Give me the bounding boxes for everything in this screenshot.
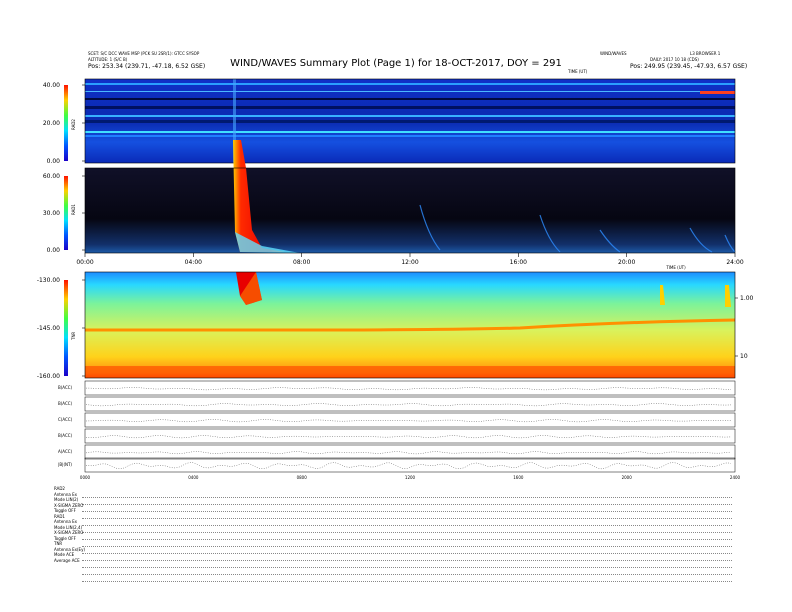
dotted-row: [82, 555, 732, 561]
rad1-axis-label: RAD1: [71, 204, 76, 215]
line-panel-label: B(ACC): [58, 385, 73, 390]
lower-time-tick-label: 0400: [188, 475, 199, 480]
tnr-right-tick-label: 1.00: [740, 295, 754, 302]
dotted-row: [82, 513, 732, 519]
line-panel-label: B(ACC): [58, 401, 73, 406]
rad1-tick-label: 0.00: [47, 247, 61, 254]
rad2-tick-label: 20.00: [43, 120, 60, 127]
bottom-table-row: TNR: [54, 541, 63, 546]
bottom-table-row: Toggle OFF: [54, 508, 76, 513]
rad1-colorbar: [64, 176, 68, 250]
dotted-row: [82, 520, 732, 526]
lower-time-tick-label: 0800: [297, 475, 308, 480]
dotted-row: [82, 548, 732, 554]
summary-plot-page: { "header": { "left_line1": "SCET: S/C D…: [0, 0, 792, 612]
rad2-tick-label: 0.00: [47, 158, 61, 165]
dotted-row: [82, 562, 732, 568]
bottom-table-row: Mode LIN(2): [54, 497, 79, 502]
dotted-row: [82, 506, 732, 512]
lower-time-tick-label: 2000: [622, 475, 633, 480]
rad2-tick-label: 40.00: [43, 82, 60, 89]
rad1-spectrogram: [85, 168, 735, 253]
bottom-table-row: Antenna Ex: [54, 519, 77, 524]
tnr-spectrogram: [85, 272, 735, 378]
line-panel-trace: [85, 462, 732, 470]
line-panel-frame: [84, 444, 736, 460]
time-tick-label: 20:00: [618, 259, 635, 266]
dotted-row: [82, 534, 732, 540]
line-panel-trace: [85, 419, 731, 423]
lower-time-tick-label: 0000: [80, 475, 91, 480]
time-tick-label: 04:00: [185, 259, 202, 266]
line-panel-frame: [84, 412, 736, 428]
line-panel-label: B(ACC): [58, 433, 73, 438]
bottom-table-row: Antenna Ex: [54, 491, 77, 497]
line-panel-frame: [84, 396, 736, 412]
dotted-row: [82, 541, 732, 547]
bottom-table-row: Mode LIN(2,4): [54, 524, 83, 530]
tnr-axis-label: TNR: [71, 332, 76, 341]
tnr-tick-label: -130.00: [37, 277, 60, 284]
bottom-status-lines: [82, 492, 732, 582]
rad1-tick-label: 30.00: [43, 210, 60, 217]
time-tick-label: 08:00: [293, 259, 310, 266]
line-panel-trace: [85, 435, 732, 439]
bottom-table-row: RAD2: [54, 486, 65, 491]
tnr-right-tick-label: 10: [740, 353, 748, 360]
time-tick-label: 16:00: [510, 259, 527, 266]
bottom-table-row: Mode ACE: [54, 552, 75, 557]
line-panels: B(ACC) B(ACC) C(ACC) B(ACC) A(ACC) |B|(NT): [58, 380, 736, 473]
bottom-table-row: RAD1: [54, 513, 65, 519]
lower-time-tick-label: 1200: [405, 475, 416, 480]
lower-time-tick-label: 2400: [730, 475, 741, 480]
dotted-row: [82, 499, 732, 505]
dotted-row: [82, 492, 732, 498]
dotted-row: [82, 527, 732, 533]
time-tick-label: 00:00: [76, 259, 93, 266]
time-axis-unit: TIME (UT): [665, 265, 686, 270]
line-panel-frame: [84, 428, 736, 444]
line-panel-label: |B|(NT): [58, 462, 72, 467]
tnr-colorbar: [64, 280, 68, 376]
rad2-colorbar: [64, 85, 68, 161]
tnr-tick-label: -160.00: [37, 373, 60, 380]
line-panel-frame: [84, 457, 736, 473]
time-tick-label: 24:00: [726, 259, 743, 266]
line-panel-trace: [86, 387, 732, 391]
line-panel-label: C(ACC): [58, 417, 73, 422]
time-tick-label: 12:00: [401, 259, 418, 266]
line-panel-trace: [85, 403, 732, 407]
rad2-axis-label: RAD2: [71, 119, 76, 130]
lower-time-tick-label: 1600: [513, 475, 524, 480]
line-panel-trace: [85, 451, 732, 455]
tnr-tick-label: -145.00: [37, 325, 60, 332]
bottom-table-row: X-SIGMA ZERO: [54, 530, 84, 535]
line-panel-frame: [84, 380, 736, 396]
rad1-tick-label: 60.00: [43, 173, 60, 180]
bottom-table-row: Antenna Ex(Ey): [54, 546, 86, 552]
bottom-table-row: Average ACE: [54, 557, 80, 563]
line-panel-label: A(ACC): [58, 449, 73, 454]
bottom-table-row: X-SIGMA ZERO: [54, 502, 84, 508]
bottom-table-row: Toggle OFF: [54, 535, 76, 541]
dotted-row: [82, 569, 732, 575]
dotted-row: [82, 576, 732, 582]
